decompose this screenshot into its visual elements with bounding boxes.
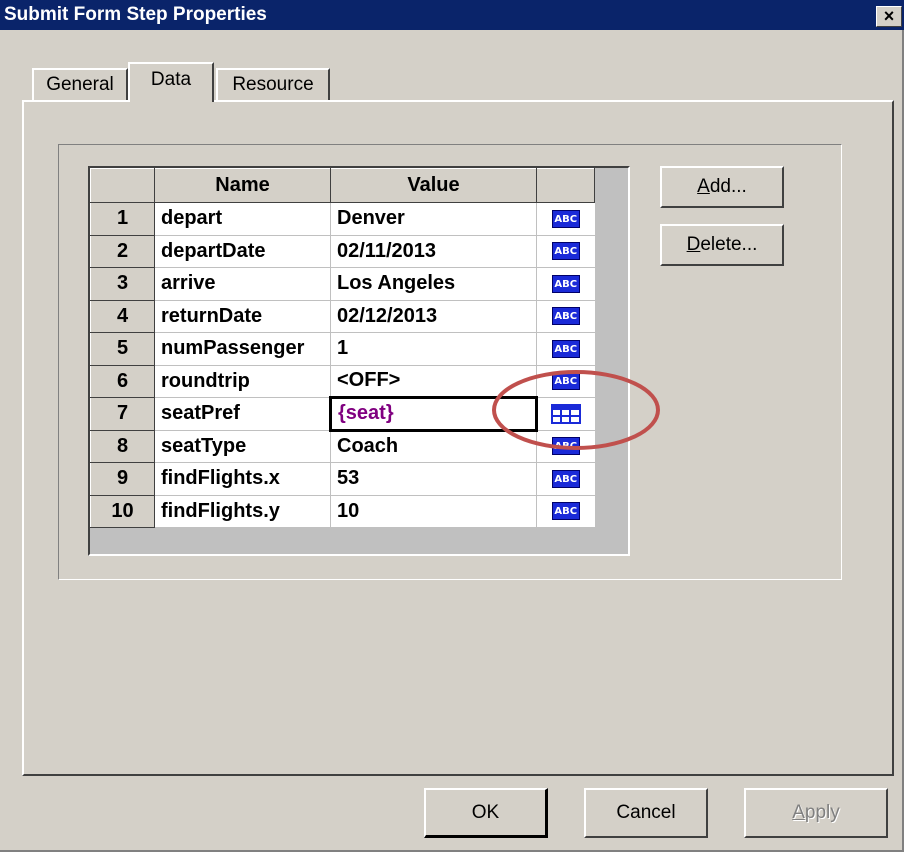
param-value-cell[interactable]: Coach: [330, 430, 537, 463]
value-type-cell[interactable]: ABC: [536, 495, 595, 528]
param-name-cell[interactable]: seatType: [154, 430, 331, 463]
table-row[interactable]: 10 findFlights.y 10 ABC: [90, 494, 595, 528]
close-button[interactable]: ×: [876, 6, 902, 27]
close-icon: ×: [883, 6, 895, 26]
value-type-cell[interactable]: ABC: [536, 235, 595, 268]
tab-resource[interactable]: Resource: [216, 68, 330, 100]
add-button-label: dd...: [709, 176, 747, 197]
delete-button[interactable]: Delete...: [660, 224, 784, 266]
table-row[interactable]: 8 seatType Coach ABC: [90, 429, 595, 463]
abc-icon[interactable]: ABC: [551, 209, 580, 228]
param-name-cell[interactable]: numPassenger: [154, 332, 331, 366]
row-number[interactable]: 1: [90, 202, 155, 236]
add-button[interactable]: Add...: [660, 166, 784, 208]
param-name-cell[interactable]: seatPref: [154, 397, 331, 431]
row-number-header[interactable]: [90, 168, 155, 203]
apply-button-label: pply: [804, 802, 840, 823]
title-bar[interactable]: Submit Form Step Properties: [0, 0, 904, 30]
table-row[interactable]: 4 returnDate 02/12/2013 ABC: [90, 299, 595, 333]
table-row[interactable]: 5 numPassenger 1 ABC: [90, 332, 595, 366]
table-row[interactable]: 7 seatPref {seat}: [90, 396, 595, 432]
tab-general[interactable]: General: [32, 68, 128, 100]
grid-header-row: Name Value: [90, 168, 595, 203]
delete-button-label: elete...: [700, 234, 758, 255]
row-number[interactable]: 2: [90, 234, 155, 268]
tab-general-label: General: [46, 74, 114, 95]
table-row[interactable]: 1 depart Denver ABC: [90, 202, 595, 236]
value-type-cell[interactable]: ABC: [536, 202, 595, 236]
value-type-cell[interactable]: ABC: [536, 300, 595, 333]
tab-resource-label: Resource: [232, 74, 314, 95]
param-value-cell[interactable]: 1: [330, 332, 537, 366]
parameters-grid[interactable]: Name Value 1 depart Denver ABC 2 departDate 02…: [88, 166, 630, 556]
param-value-cell[interactable]: Denver: [330, 202, 537, 236]
ok-button[interactable]: OK: [424, 788, 548, 838]
type-column-header[interactable]: [536, 168, 595, 203]
name-column-header[interactable]: Name: [154, 168, 331, 203]
param-name-cell[interactable]: findFlights.x: [154, 462, 331, 496]
param-name-cell[interactable]: depart: [154, 202, 331, 236]
row-number[interactable]: 3: [90, 267, 155, 301]
param-value-cell[interactable]: <OFF>: [330, 365, 537, 398]
window-title: Submit Form Step Properties: [4, 4, 267, 25]
value-type-cell[interactable]: [536, 397, 595, 431]
value-type-cell[interactable]: ABC: [536, 332, 595, 366]
tab-data[interactable]: Data: [128, 62, 214, 102]
param-name-cell[interactable]: arrive: [154, 267, 331, 301]
param-name-cell[interactable]: findFlights.y: [154, 495, 331, 528]
value-type-cell[interactable]: ABC: [536, 462, 595, 496]
table-row[interactable]: 6 roundtrip <OFF> ABC: [90, 364, 595, 398]
delete-button-mnemonic: D: [686, 234, 701, 255]
row-number[interactable]: 6: [90, 364, 155, 398]
cancel-button-label: Cancel: [616, 802, 676, 823]
table-row[interactable]: 3 arrive Los Angeles ABC: [90, 267, 595, 301]
row-number[interactable]: 4: [90, 299, 155, 333]
row-number[interactable]: 5: [90, 332, 155, 366]
parameters-table: Name Value 1 depart Denver ABC 2 departDate 02…: [90, 168, 595, 528]
dialog-window: Submit Form Step Properties × General Da…: [0, 0, 904, 852]
ok-button-label: OK: [471, 802, 500, 823]
row-number[interactable]: 8: [90, 429, 155, 463]
param-name-cell[interactable]: roundtrip: [154, 365, 331, 398]
table-row[interactable]: 9 findFlights.x 53 ABC: [90, 462, 595, 496]
abc-icon[interactable]: ABC: [551, 339, 580, 358]
param-name-cell[interactable]: departDate: [154, 235, 331, 268]
param-value-cell[interactable]: Los Angeles: [330, 267, 537, 301]
apply-button-mnemonic: A: [792, 802, 805, 823]
table-icon[interactable]: [551, 403, 582, 424]
value-column-header[interactable]: Value: [330, 168, 537, 203]
param-value-cell[interactable]: 02/11/2013: [330, 235, 537, 268]
apply-button[interactable]: Apply: [744, 788, 888, 838]
param-value-cell[interactable]: 10: [330, 495, 537, 528]
param-value-cell[interactable]: 53: [330, 462, 537, 496]
row-number[interactable]: 10: [90, 494, 155, 528]
abc-icon[interactable]: ABC: [551, 469, 580, 488]
abc-icon[interactable]: ABC: [551, 502, 580, 521]
abc-icon[interactable]: ABC: [551, 274, 580, 293]
abc-icon[interactable]: ABC: [551, 307, 580, 326]
cancel-button[interactable]: Cancel: [584, 788, 708, 838]
value-type-cell[interactable]: ABC: [536, 267, 595, 301]
tab-data-label: Data: [150, 69, 192, 90]
value-type-cell[interactable]: ABC: [536, 430, 595, 463]
value-type-cell[interactable]: ABC: [536, 365, 595, 398]
row-number[interactable]: 9: [90, 462, 155, 496]
table-row[interactable]: 2 departDate 02/11/2013 ABC: [90, 234, 595, 268]
abc-icon[interactable]: ABC: [551, 372, 580, 391]
abc-icon[interactable]: ABC: [551, 437, 580, 456]
param-value-cell[interactable]: 02/12/2013: [330, 300, 537, 333]
param-value-cell[interactable]: {seat}: [329, 396, 538, 432]
row-number[interactable]: 7: [90, 397, 155, 431]
add-button-mnemonic: A: [697, 176, 710, 197]
abc-icon[interactable]: ABC: [551, 242, 580, 261]
param-name-cell[interactable]: returnDate: [154, 300, 331, 333]
